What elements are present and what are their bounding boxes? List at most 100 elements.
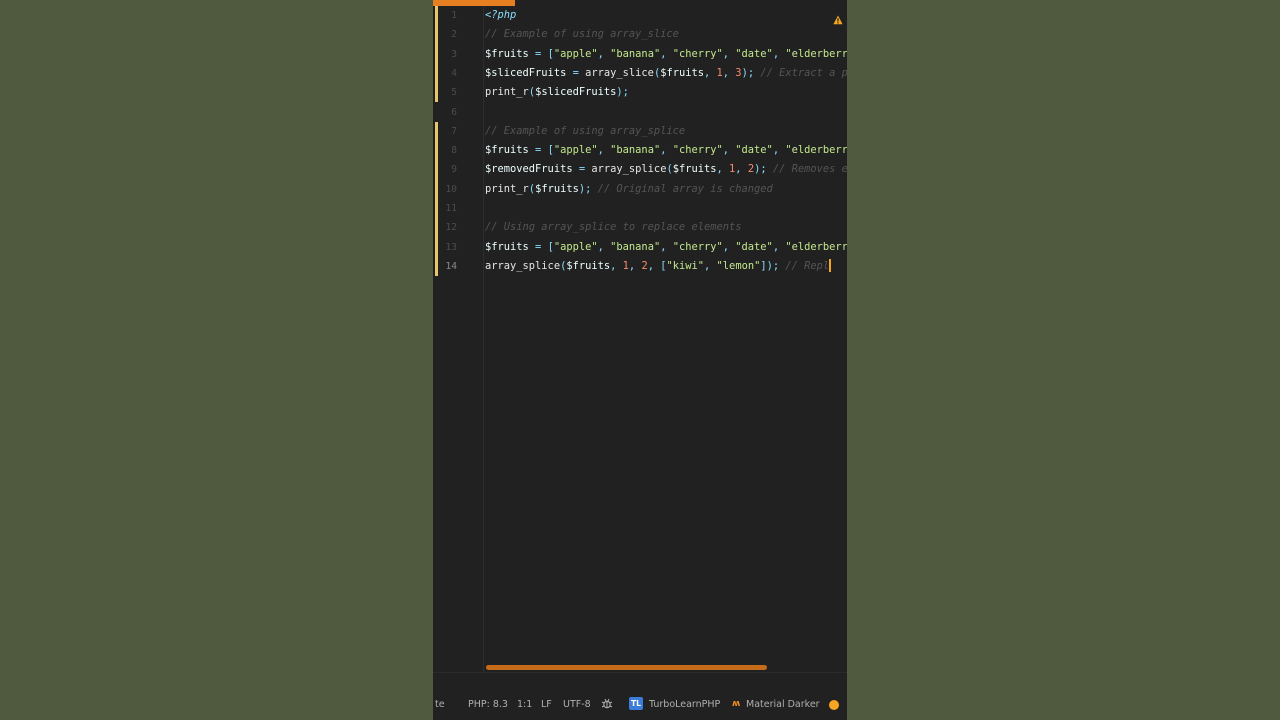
horizontal-scrollbar[interactable] bbox=[486, 665, 767, 670]
code-token: = bbox=[528, 47, 548, 60]
encoding-indicator[interactable]: UTF-8 bbox=[563, 699, 591, 710]
code-token: "cherry" bbox=[672, 240, 723, 253]
code-token: "apple" bbox=[553, 240, 598, 253]
code-token: , bbox=[722, 47, 736, 60]
code-token: // Example of using array_splice bbox=[485, 124, 686, 137]
plugin-name[interactable]: TurboLearnPHP bbox=[649, 699, 720, 710]
code-token: ); bbox=[754, 163, 773, 176]
material-theme-icon: ʍ bbox=[732, 699, 741, 709]
code-token: $fruits bbox=[535, 182, 579, 195]
code-token: $fruits bbox=[485, 144, 529, 157]
code-token: = bbox=[572, 163, 592, 176]
code-token: , bbox=[597, 240, 611, 253]
line-ending-indicator[interactable]: LF bbox=[541, 699, 552, 710]
code-token: , bbox=[597, 144, 611, 157]
code-token: , bbox=[660, 144, 673, 157]
code-token: $slicedFruits bbox=[535, 86, 617, 99]
code-token: array_splice bbox=[485, 259, 561, 272]
line-number-gutter: 1 2 3 4 5 6 7 8 9 10 11 12 13 14 bbox=[433, 6, 484, 672]
code-token: , bbox=[610, 259, 623, 272]
editor-window: 1 2 3 4 5 6 7 8 9 10 11 12 13 14 <?php// Example of u… bbox=[433, 0, 847, 720]
php-version-indicator[interactable]: PHP: 8.3 bbox=[468, 699, 508, 710]
code-token: "banana" bbox=[610, 144, 661, 157]
turbolearn-plugin-icon[interactable]: TL bbox=[629, 697, 643, 710]
code-token: , bbox=[660, 47, 673, 60]
code-token: , bbox=[735, 163, 748, 176]
code-token: // Removes elem bbox=[772, 163, 847, 176]
code-token: "lemon" bbox=[716, 259, 761, 272]
line-number: 8 bbox=[451, 145, 457, 157]
code-line[interactable]: print_r($slicedFruits); bbox=[485, 83, 629, 102]
code-editor[interactable]: 1 2 3 4 5 6 7 8 9 10 11 12 13 14 <?php// Example of u… bbox=[433, 6, 847, 672]
code-token: , bbox=[597, 47, 611, 60]
line-number: 9 bbox=[451, 164, 457, 176]
code-token: , bbox=[772, 144, 786, 157]
code-line[interactable]: array_splice($fruits, 1, 2, ["kiwi", "le… bbox=[485, 257, 832, 276]
code-token: "banana" bbox=[610, 47, 661, 60]
line-number: 11 bbox=[445, 203, 457, 214]
code-token: , bbox=[716, 163, 730, 176]
line-number: 14 bbox=[445, 260, 457, 272]
line-number: 2 bbox=[451, 29, 457, 41]
code-token: , bbox=[660, 240, 673, 253]
code-token: $fruits bbox=[485, 240, 529, 253]
code-line[interactable]: print_r($fruits); // Original array is c… bbox=[485, 180, 773, 199]
code-line[interactable]: $slicedFruits = array_slice($fruits, 1, … bbox=[485, 64, 847, 83]
code-line[interactable]: <?php bbox=[485, 6, 516, 25]
code-token: "elderberry" bbox=[785, 47, 847, 60]
theme-name[interactable]: Material Darker bbox=[746, 699, 820, 710]
code-token: = bbox=[528, 144, 548, 157]
line-number: 1 bbox=[451, 10, 457, 21]
line-number: 10 bbox=[445, 183, 457, 195]
code-token: , bbox=[772, 47, 786, 60]
code-line[interactable]: // Example of using array_slice bbox=[485, 25, 679, 44]
code-token: "date" bbox=[735, 240, 773, 253]
notification-status-icon[interactable] bbox=[829, 700, 839, 710]
code-line[interactable]: $fruits = ["apple", "banana", "cherry", … bbox=[485, 45, 847, 64]
code-token: $removedFruits bbox=[485, 163, 573, 176]
code-token: , bbox=[628, 259, 642, 272]
code-line[interactable]: // Example of using array_splice bbox=[485, 122, 685, 141]
bug-icon[interactable] bbox=[601, 698, 613, 710]
code-token: $fruits bbox=[566, 259, 611, 272]
code-token: $fruits bbox=[660, 66, 704, 79]
code-token: // Extract a port bbox=[760, 66, 847, 79]
code-line[interactable]: $removedFruits = array_splice($fruits, 1… bbox=[485, 160, 847, 179]
code-token: "cherry" bbox=[672, 144, 723, 157]
line-number: 13 bbox=[445, 241, 457, 253]
cursor-position[interactable]: 1:1 bbox=[517, 699, 532, 710]
code-token: <?php bbox=[485, 9, 517, 21]
code-token: print_r bbox=[485, 182, 529, 195]
warning-icon[interactable] bbox=[833, 15, 843, 25]
line-number: 12 bbox=[445, 222, 457, 234]
code-token: // Repl bbox=[785, 259, 830, 272]
code-token: $slicedFruits bbox=[485, 66, 567, 79]
code-content[interactable]: <?php // Example of using array_slice $fru… bbox=[485, 6, 847, 672]
code-token: "kiwi" bbox=[666, 259, 705, 272]
code-token: , bbox=[722, 144, 736, 157]
code-token: = bbox=[566, 66, 586, 79]
line-number: 7 bbox=[451, 125, 457, 137]
code-token: ); bbox=[578, 182, 598, 195]
code-token: "date" bbox=[735, 47, 773, 60]
code-token: "elderberry" bbox=[785, 240, 847, 253]
text-cursor bbox=[829, 259, 832, 273]
code-token: "date" bbox=[735, 144, 773, 157]
code-token: print_r bbox=[485, 86, 529, 99]
code-token: "apple" bbox=[553, 144, 598, 157]
code-token: ); bbox=[741, 66, 761, 79]
code-token: , bbox=[772, 240, 786, 253]
code-token: = bbox=[528, 240, 548, 253]
code-token: "cherry" bbox=[672, 47, 723, 60]
code-line[interactable]: $fruits = ["apple", "banana", "cherry", … bbox=[485, 141, 847, 160]
code-line[interactable]: $fruits = ["apple", "banana", "cherry", … bbox=[485, 238, 847, 257]
code-token: $fruits bbox=[485, 47, 529, 60]
line-number: 4 bbox=[451, 67, 457, 79]
line-number: 5 bbox=[451, 87, 457, 99]
status-left-fragment[interactable]: te bbox=[435, 699, 445, 710]
line-number: 3 bbox=[451, 48, 457, 60]
code-token: $fruits bbox=[672, 163, 717, 176]
code-token: , bbox=[704, 259, 717, 272]
code-line[interactable]: // Using array_splice to replace element… bbox=[485, 218, 741, 237]
code-token: // Example of using array_slice bbox=[485, 28, 679, 41]
